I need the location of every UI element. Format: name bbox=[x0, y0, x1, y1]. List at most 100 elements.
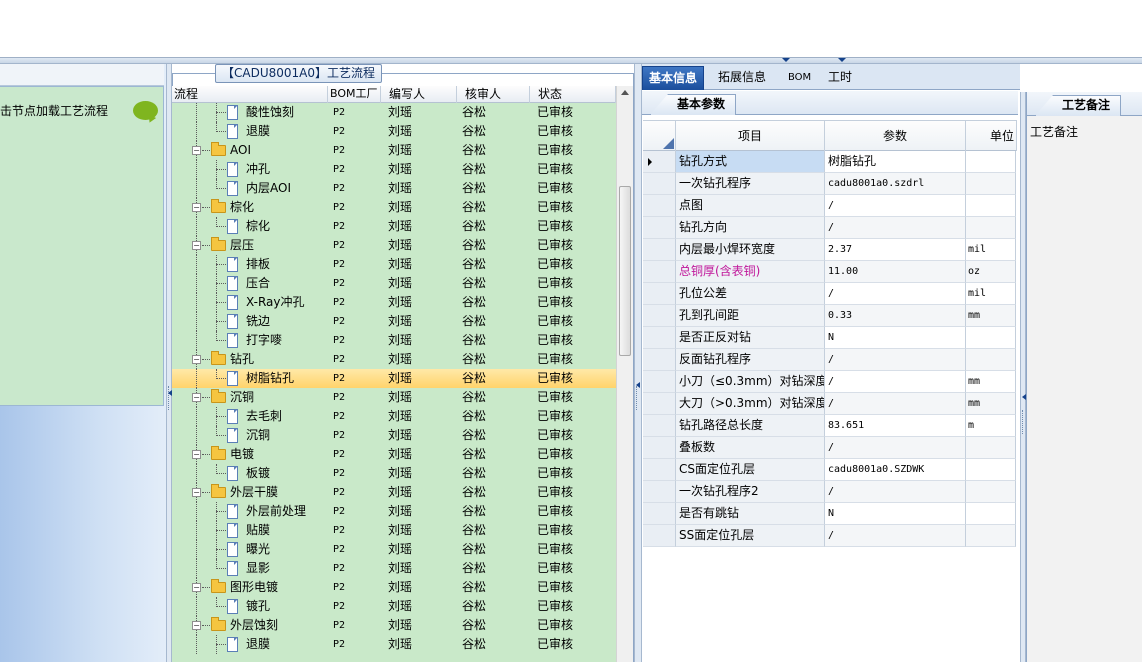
tree-row[interactable]: − 沉铜 P2 刘瑶 谷松 已审核 bbox=[172, 388, 616, 407]
param-row[interactable]: CS面定位孔层 cadu8001a0.SZDWK bbox=[643, 459, 1017, 481]
tree-row[interactable]: X-Ray冲孔 P2 刘瑶 谷松 已审核 bbox=[172, 293, 616, 312]
param-row[interactable]: 是否有跳钻 N bbox=[643, 503, 1017, 525]
tree-row[interactable]: − 钻孔 P2 刘瑶 谷松 已审核 bbox=[172, 350, 616, 369]
tree-row[interactable]: 树脂钻孔 P2 刘瑶 谷松 已审核 bbox=[172, 369, 616, 388]
tree-row[interactable]: 内层AOI P2 刘瑶 谷松 已审核 bbox=[172, 179, 616, 198]
collapse-toggle-icon[interactable]: − bbox=[192, 621, 201, 630]
param-row[interactable]: 是否正反对钻 N bbox=[643, 327, 1017, 349]
tree-row[interactable]: 贴膜 P2 刘瑶 谷松 已审核 bbox=[172, 521, 616, 540]
param-value-input[interactable]: / bbox=[825, 481, 966, 503]
param-value-input[interactable]: / bbox=[825, 283, 966, 305]
collapse-toggle-icon[interactable]: − bbox=[192, 450, 201, 459]
tab-process-notes[interactable]: 工艺备注 bbox=[1035, 95, 1122, 116]
tree-row[interactable]: 显影 P2 刘瑶 谷松 已审核 bbox=[172, 559, 616, 578]
param-row[interactable]: 一次钻孔程序2/ bbox=[643, 481, 1017, 503]
param-row[interactable]: 总铜厚(含表铜) 11.00 oz bbox=[643, 261, 1017, 283]
col-header-bom[interactable]: BOM工厂 bbox=[328, 86, 381, 103]
tree-row[interactable]: − 电镀 P2 刘瑶 谷松 已审核 bbox=[172, 445, 616, 464]
tab-basic-info[interactable]: 基本信息 bbox=[642, 66, 705, 90]
param-row[interactable]: 反面钻孔程序 / bbox=[643, 349, 1017, 371]
param-value-input[interactable]: 树脂钻孔 bbox=[825, 151, 966, 173]
col-header-writer[interactable]: 编写人 bbox=[381, 86, 457, 103]
col-header-process[interactable]: 流程 bbox=[172, 86, 328, 103]
tree-row[interactable]: − 层压 P2 刘瑶 谷松 已审核 bbox=[172, 236, 616, 255]
row-indicator[interactable] bbox=[643, 217, 676, 239]
param-row[interactable]: 钻孔路径总长度 83.651 m bbox=[643, 415, 1017, 437]
collapse-toggle-icon[interactable]: − bbox=[192, 488, 201, 497]
row-indicator[interactable] bbox=[643, 437, 676, 459]
tree-row[interactable]: 铣边 P2 刘瑶 谷松 已审核 bbox=[172, 312, 616, 331]
collapse-toggle-icon[interactable]: − bbox=[192, 583, 201, 592]
tree-row[interactable]: 沉铜 P2 刘瑶 谷松 已审核 bbox=[172, 426, 616, 445]
param-value-input[interactable]: / bbox=[825, 393, 966, 415]
tree-row[interactable]: 打字嘜 P2 刘瑶 谷松 已审核 bbox=[172, 331, 616, 350]
tree-row[interactable]: 冲孔 P2 刘瑶 谷松 已审核 bbox=[172, 160, 616, 179]
param-value-input[interactable]: / bbox=[825, 195, 966, 217]
middle-splitter[interactable] bbox=[634, 64, 642, 662]
tree-row[interactable]: − 图形电镀 P2 刘瑶 谷松 已审核 bbox=[172, 578, 616, 597]
param-row[interactable]: 孔位公差 / mil bbox=[643, 283, 1017, 305]
collapse-toggle-icon[interactable]: − bbox=[192, 393, 201, 402]
tree-row[interactable]: − AOI P2 刘瑶 谷松 已审核 bbox=[172, 141, 616, 160]
param-row[interactable]: 钻孔方向 / bbox=[643, 217, 1017, 239]
row-indicator[interactable] bbox=[643, 151, 676, 173]
tree-row[interactable]: 外层前处理 P2 刘瑶 谷松 已审核 bbox=[172, 502, 616, 521]
param-value-input[interactable]: 2.37 bbox=[825, 239, 966, 261]
param-row[interactable]: 点图 / bbox=[643, 195, 1017, 217]
param-row[interactable]: 内层最小焊环宽度 2.37 mil bbox=[643, 239, 1017, 261]
param-value-input[interactable]: N bbox=[825, 327, 966, 349]
param-row[interactable]: 一次钻孔程序 cadu8001a0.szdrl bbox=[643, 173, 1017, 195]
tree-row[interactable]: 退膜 P2 刘瑶 谷松 已审核 bbox=[172, 635, 616, 654]
collapse-middle-icon[interactable] bbox=[636, 382, 640, 388]
row-indicator[interactable] bbox=[643, 173, 676, 195]
row-indicator[interactable] bbox=[643, 305, 676, 327]
param-value-input[interactable]: / bbox=[825, 525, 966, 547]
collapse-toggle-icon[interactable]: − bbox=[192, 241, 201, 250]
param-row[interactable]: 小刀（≤0.3mm）对钻深度 / mm bbox=[643, 371, 1017, 393]
tab-work-hours[interactable]: 工时 bbox=[822, 66, 858, 90]
scroll-up-icon[interactable] bbox=[621, 90, 629, 95]
param-value-input[interactable]: / bbox=[825, 437, 966, 459]
tree-row[interactable]: 去毛刺 P2 刘瑶 谷松 已审核 bbox=[172, 407, 616, 426]
col-header-item[interactable]: 项目 bbox=[676, 121, 825, 151]
row-indicator[interactable] bbox=[643, 525, 676, 547]
tree-row[interactable]: 镀孔 P2 刘瑶 谷松 已审核 bbox=[172, 597, 616, 616]
collapse-toggle-icon[interactable]: − bbox=[192, 355, 201, 364]
row-indicator[interactable] bbox=[643, 459, 676, 481]
splitter-grip[interactable] bbox=[1022, 410, 1025, 434]
scroll-thumb[interactable] bbox=[619, 186, 631, 356]
row-indicator[interactable] bbox=[643, 195, 676, 217]
splitter-grip[interactable] bbox=[636, 386, 639, 410]
param-value-input[interactable]: / bbox=[825, 217, 966, 239]
param-row[interactable]: SS面定位孔层 / bbox=[643, 525, 1017, 547]
param-row[interactable]: 大刀（>0.3mm）对钻深度 / mm bbox=[643, 393, 1017, 415]
tree-row[interactable]: − 外层蚀刻 P2 刘瑶 谷松 已审核 bbox=[172, 616, 616, 635]
param-value-input[interactable]: 0.33 bbox=[825, 305, 966, 327]
param-row[interactable]: 钻孔方式 树脂钻孔 bbox=[643, 151, 1017, 173]
row-indicator[interactable] bbox=[643, 327, 676, 349]
row-indicator[interactable] bbox=[643, 261, 676, 283]
tree-row[interactable]: − 棕化 P2 刘瑶 谷松 已审核 bbox=[172, 198, 616, 217]
param-value-input[interactable]: 83.651 bbox=[825, 415, 966, 437]
row-indicator[interactable] bbox=[643, 393, 676, 415]
tree-row[interactable]: 压合 P2 刘瑶 谷松 已审核 bbox=[172, 274, 616, 293]
row-indicator[interactable] bbox=[643, 415, 676, 437]
row-indicator[interactable] bbox=[643, 283, 676, 305]
param-value-input[interactable]: cadu8001a0.szdrl bbox=[825, 173, 966, 195]
row-indicator[interactable] bbox=[643, 481, 676, 503]
col-header-status[interactable]: 状态 bbox=[530, 86, 616, 103]
tree-row[interactable]: 棕化 P2 刘瑶 谷松 已审核 bbox=[172, 217, 616, 236]
row-indicator[interactable] bbox=[643, 371, 676, 393]
col-header-value[interactable]: 参数 bbox=[825, 121, 966, 151]
tree-scrollbar[interactable] bbox=[616, 86, 633, 662]
tree-row[interactable]: 曝光 P2 刘瑶 谷松 已审核 bbox=[172, 540, 616, 559]
tab-bom[interactable]: BOM bbox=[782, 66, 817, 90]
tab-extended-info[interactable]: 拓展信息 bbox=[712, 66, 772, 90]
tab-basic-params[interactable]: 基本参数 bbox=[650, 94, 737, 115]
row-header-corner[interactable] bbox=[643, 121, 676, 151]
row-indicator[interactable] bbox=[643, 349, 676, 371]
col-header-reviewer[interactable]: 核审人 bbox=[457, 86, 530, 103]
row-indicator[interactable] bbox=[643, 239, 676, 261]
tree-row[interactable]: 酸性蚀刻 P2 刘瑶 谷松 已审核 bbox=[172, 103, 616, 122]
tree-row[interactable]: 退膜 P2 刘瑶 谷松 已审核 bbox=[172, 122, 616, 141]
